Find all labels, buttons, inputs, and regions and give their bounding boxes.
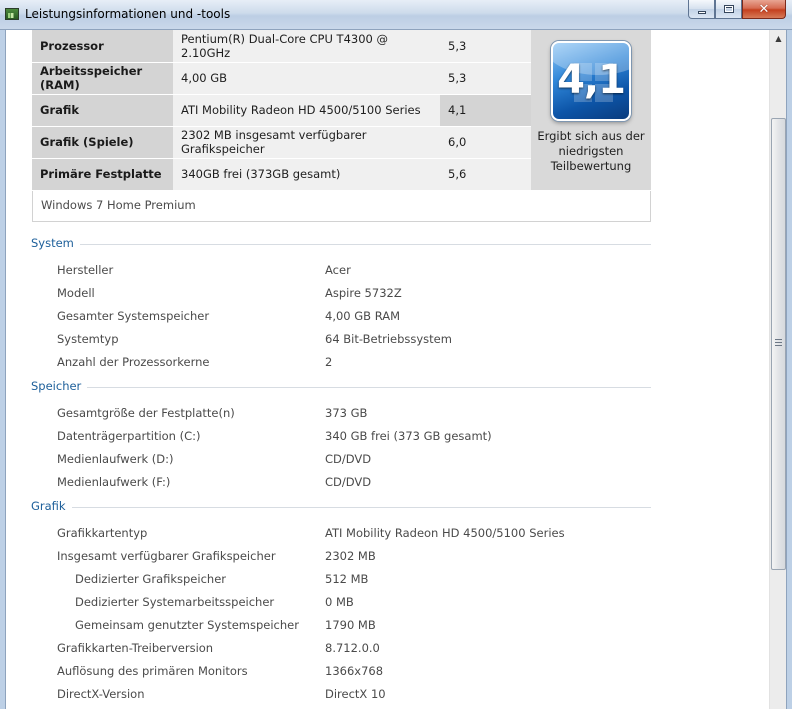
performance-tools-icon <box>5 8 19 20</box>
info-label: DirectX-Version <box>57 687 145 701</box>
info-label: Dedizierter Systemarbeitsspeicher <box>75 595 275 609</box>
rating-panel: Prozessor Pentium(R) Dual-Core CPU T4300… <box>32 30 651 222</box>
minimize-button[interactable] <box>688 0 715 19</box>
info-label: Grafikkartentyp <box>57 526 148 540</box>
info-row: Gesamter Systemspeicher 4,00 GB RAM <box>6 309 706 332</box>
close-icon: ✕ <box>758 1 770 17</box>
base-score: 4,1 <box>557 57 626 103</box>
info-value: Aspire 5732Z <box>325 286 402 300</box>
rating-subscore-lowest: 4,1 <box>440 94 531 127</box>
info-label: Gemeinsam genutzter Systemspeicher <box>75 618 299 632</box>
info-label: Modell <box>57 286 95 300</box>
info-label: Dedizierter Grafikspeicher <box>75 572 226 586</box>
info-value: 340 GB frei (373 GB gesamt) <box>325 429 492 443</box>
info-label: Gesamtgröße der Festplatte(n) <box>57 406 235 420</box>
main-content[interactable]: Prozessor Pentium(R) Dual-Core CPU T4300… <box>6 30 769 709</box>
info-row: Dedizierter Systemarbeitsspeicher 0 MB <box>6 595 706 618</box>
info-value: 1366x768 <box>325 664 384 678</box>
rating-component: Arbeitsspeicher (RAM) <box>32 62 173 95</box>
info-row: Grafikkartentyp ATI Mobility Radeon HD 4… <box>6 526 706 549</box>
rating-detail: 340GB frei (373GB gesamt) <box>173 158 440 191</box>
info-row: Modell Aspire 5732Z <box>6 286 706 309</box>
info-row: Anzahl der Prozessorkerne 2 <box>6 355 706 378</box>
section-header-storage: Speicher <box>31 379 651 395</box>
rating-component: Primäre Festplatte <box>32 158 173 191</box>
info-row: Grafikkarten-Treiberversion 8.712.0.0 <box>6 641 706 664</box>
info-row: Systemtyp 64 Bit-Betriebssystem <box>6 332 706 355</box>
info-value: 1790 MB <box>325 618 376 632</box>
info-row: Hersteller Acer <box>6 263 706 286</box>
scrollbar-thumb[interactable] <box>771 118 786 570</box>
scroll-up-button[interactable]: ▲ <box>770 30 787 47</box>
info-value: 2302 MB <box>325 549 376 563</box>
info-row: DirectX-Version DirectX 10 <box>6 687 706 709</box>
info-value: 512 MB <box>325 572 369 586</box>
info-row: Gesamtgröße der Festplatte(n) 373 GB <box>6 406 706 429</box>
base-score-caption: Ergibt sich aus der niedrigsten Teilbewe… <box>537 129 645 173</box>
window-titlebar[interactable]: Leistungsinformationen und -tools ✕ <box>0 0 792 30</box>
rating-component: Grafik <box>32 94 173 127</box>
info-value: Acer <box>325 263 351 277</box>
info-value: CD/DVD <box>325 452 372 466</box>
rating-row-processor: Prozessor Pentium(R) Dual-Core CPU T4300… <box>32 30 651 191</box>
info-value: 2 <box>325 355 333 369</box>
info-value: 373 GB <box>325 406 368 420</box>
info-label: Medienlaufwerk (F:) <box>57 475 171 489</box>
info-value: 8.712.0.0 <box>325 641 380 655</box>
section-title: System <box>31 236 80 250</box>
vertical-scrollbar[interactable]: ▲ <box>769 30 786 709</box>
window-frame-right <box>786 30 792 709</box>
info-value: ATI Mobility Radeon HD 4500/5100 Series <box>325 526 565 540</box>
info-row: Auflösung des primären Monitors 1366x768 <box>6 664 706 687</box>
thumb-grip-icon <box>775 339 782 346</box>
info-label: Medienlaufwerk (D:) <box>57 452 174 466</box>
section-header-system: System <box>31 236 651 252</box>
info-value: 64 Bit-Betriebssystem <box>325 332 452 346</box>
base-score-cell: 4,1 Ergibt sich aus der niedrigsten Teil… <box>531 30 651 191</box>
rating-table: Prozessor Pentium(R) Dual-Core CPU T4300… <box>32 30 651 191</box>
rating-component: Grafik (Spiele) <box>32 126 173 159</box>
section-title: Speicher <box>31 379 88 393</box>
info-value: DirectX 10 <box>325 687 386 701</box>
rating-subscore: 6,0 <box>440 126 531 159</box>
rating-detail: Pentium(R) Dual-Core CPU T4300 @ 2.10GHz <box>173 30 440 63</box>
info-label: Auflösung des primären Monitors <box>57 664 248 678</box>
info-label: Grafikkarten-Treiberversion <box>57 641 214 655</box>
rating-subscore: 5,3 <box>440 62 531 95</box>
info-label: Anzahl der Prozessorkerne <box>57 355 210 369</box>
info-label: Hersteller <box>57 263 114 277</box>
section-header-graphics: Grafik <box>31 499 651 515</box>
info-label: Systemtyp <box>57 332 119 346</box>
info-value: 0 MB <box>325 595 354 609</box>
rating-detail: ATI Mobility Radeon HD 4500/5100 Series <box>173 94 440 127</box>
info-label: Datenträgerpartition (C:) <box>57 429 201 443</box>
info-value: CD/DVD <box>325 475 372 489</box>
info-row: Medienlaufwerk (D:) CD/DVD <box>6 452 706 475</box>
maximize-button[interactable] <box>715 0 742 19</box>
window-title: Leistungsinformationen und -tools <box>25 7 231 21</box>
info-row: Medienlaufwerk (F:) CD/DVD <box>6 475 706 498</box>
rating-component: Prozessor <box>32 30 173 63</box>
info-row: Gemeinsam genutzter Systemspeicher 1790 … <box>6 618 706 641</box>
rating-detail: 4,00 GB <box>173 62 440 95</box>
section-title: Grafik <box>31 499 72 513</box>
info-row: Datenträgerpartition (C:) 340 GB frei (3… <box>6 429 706 452</box>
rating-subscore: 5,3 <box>440 30 531 63</box>
scroll-up-arrow-icon: ▲ <box>775 34 782 43</box>
close-button[interactable]: ✕ <box>742 0 786 19</box>
rating-subscore: 5,6 <box>440 158 531 191</box>
maximize-icon <box>723 5 734 13</box>
rating-detail: 2302 MB insgesamt verfügbarer Grafikspei… <box>173 126 440 159</box>
info-row: Dedizierter Grafikspeicher 512 MB <box>6 572 706 595</box>
info-value: 4,00 GB RAM <box>325 309 401 323</box>
info-label: Gesamter Systemspeicher <box>57 309 210 323</box>
windows-edition: Windows 7 Home Premium <box>32 190 651 222</box>
info-row: Insgesamt verfügbarer Grafikspeicher 230… <box>6 549 706 572</box>
windows-experience-index-badge: 4,1 <box>551 41 631 121</box>
minimize-icon <box>697 10 706 14</box>
caption-buttons: ✕ <box>688 0 786 19</box>
info-label: Insgesamt verfügbarer Grafikspeicher <box>57 549 276 563</box>
